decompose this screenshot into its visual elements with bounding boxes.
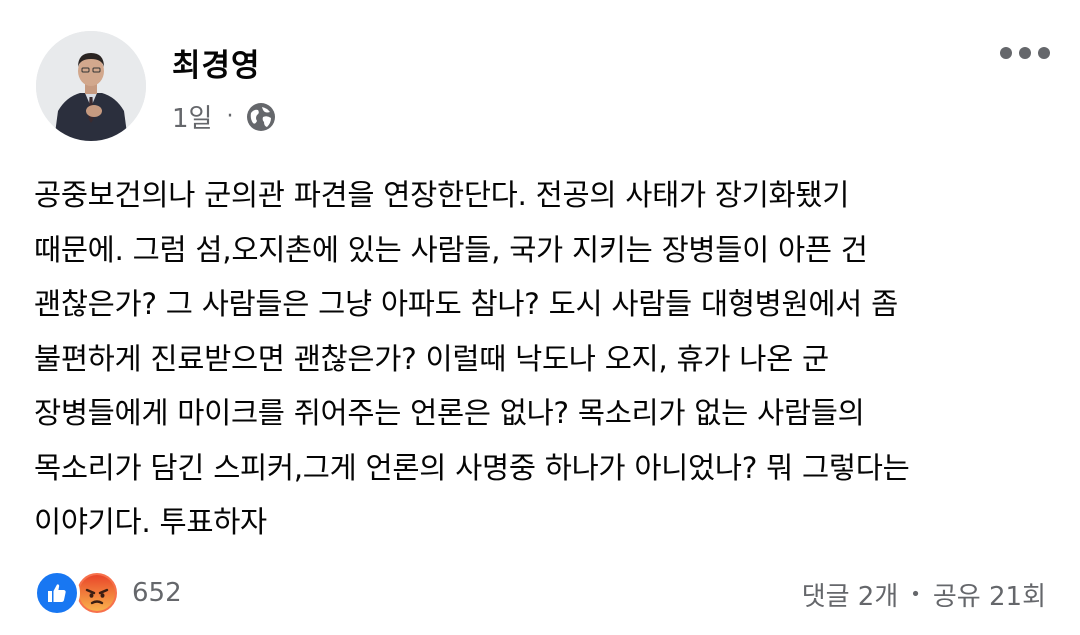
angry-icon — [74, 570, 120, 616]
globe-icon — [245, 101, 277, 133]
post-text: 공중보건의나 군의관 파견을 연장한단다. 전공의 사태가 장기화됐기 때문에.… — [34, 178, 910, 539]
post-meta: 1일 · — [172, 98, 277, 135]
reaction-count: 652 — [132, 578, 182, 608]
engagement-stats: 댓글 2개 • 공유 21회 — [802, 576, 1046, 613]
shares-count-link[interactable]: 공유 21회 — [933, 576, 1046, 613]
more-dot-icon — [1038, 47, 1050, 59]
comments-count-link[interactable]: 댓글 2개 — [802, 576, 899, 613]
like-icon — [34, 570, 80, 616]
profile-photo — [36, 31, 146, 141]
meta-separator: · — [226, 103, 234, 129]
post-footer: 652 댓글 2개 • 공유 21회 — [0, 566, 1080, 622]
post-timestamp[interactable]: 1일 — [172, 98, 212, 135]
reactions-summary[interactable]: 652 — [34, 570, 182, 616]
facebook-post: 최경영 1일 · 공중보건의나 군의관 파견을 연장한단다. 전공의 사태가 장… — [0, 0, 1080, 635]
more-dot-icon — [1019, 47, 1031, 59]
more-options-button[interactable] — [1000, 38, 1050, 68]
author-name[interactable]: 최경영 — [172, 40, 261, 85]
more-dot-icon — [1000, 47, 1012, 59]
stats-separator: • — [910, 584, 921, 605]
avatar[interactable] — [36, 31, 146, 141]
